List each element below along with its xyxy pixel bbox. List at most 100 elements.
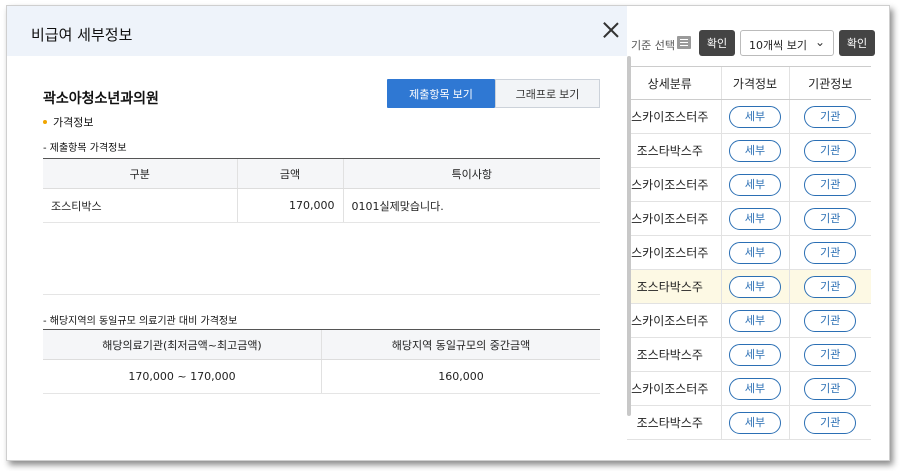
org-button[interactable]: 기관 [804,173,857,196]
table-row: 170,000 ~ 170,000 160,000 [43,359,600,394]
cell-detail-class: 스카이조스터주 [619,371,721,406]
column-header-amount: 금액 [236,158,343,189]
org-info-cell: 기관 [788,337,871,372]
table-row: 스카이조스터주 세부 기관 [619,235,871,270]
column-header-category: 구분 [43,158,237,189]
cell-amount: 170,000 [236,188,343,223]
table-row: 스카이조스터주 세부 기관 [619,167,871,202]
regional-price-table: 해당의료기관(최저금액~최고금액) 해당지역 동일규모의 중간금액 170,00… [43,329,600,394]
table-row: 스카이조스터주 세부 기관 [619,99,871,134]
org-button[interactable]: 기관 [804,139,857,162]
detail-button[interactable]: 세부 [729,139,781,162]
column-header-price-info: 가격정보 [720,66,789,100]
org-info-cell: 기관 [788,201,871,236]
cell-note: 0101실제맞습니다. [342,188,600,223]
chevron-down-icon: ⌄ [814,35,825,49]
org-button[interactable]: 기관 [804,207,857,230]
price-info-cell: 세부 [720,201,789,236]
background-list-panel: 기준 선택 확인 10개씩 보기 ⌄ 확인 상세분류 가격정보 기관정보 스카이… [619,6,889,460]
section-heading-price: 가격정보 [43,114,93,130]
cell-detail-class: 조스타박스주 [619,337,721,372]
cell-detail-class: 스카이조스터주 [619,303,721,338]
cell-range: 170,000 ~ 170,000 [43,359,322,394]
org-info-cell: 기관 [788,405,871,440]
cell-detail-class: 스카이조스터주 [619,99,721,134]
table-row: 스카이조스터주 세부 기관 [619,201,871,236]
price-info-cell: 세부 [720,337,789,372]
price-info-cell: 세부 [720,269,789,304]
detail-button[interactable]: 세부 [729,241,781,264]
column-header-detail-class: 상세분류 [619,66,721,100]
window-frame: 기준 선택 확인 10개씩 보기 ⌄ 확인 상세분류 가격정보 기관정보 스카이… [6,5,890,461]
org-button[interactable]: 기관 [804,377,857,400]
org-button[interactable]: 기관 [804,309,857,332]
detail-button[interactable]: 세부 [729,309,781,332]
table-row: 스카이조스터주 세부 기관 [619,303,871,338]
page-size-confirm-button[interactable]: 확인 [839,30,875,56]
filter-label: 기준 선택 [631,39,675,52]
org-name: 곽소아청소년과의원 [43,91,159,107]
view-items-button[interactable]: 제출항목 보기 [387,79,495,108]
org-info-cell: 기관 [788,371,871,406]
page-size-select[interactable]: 10개씩 보기 ⌄ [740,30,834,56]
price-info-cell: 세부 [720,405,789,440]
detail-button[interactable]: 세부 [729,377,781,400]
table-row: 조스타박스주 세부 기관 [619,405,871,440]
price-info-cell: 세부 [720,167,789,202]
filter-confirm-button[interactable]: 확인 [699,30,735,56]
regional-price-label: - 해당지역의 동일규모 의료기관 대비 가격정보 [43,316,238,327]
org-button[interactable]: 기관 [804,411,857,434]
modal-scrollbar[interactable] [627,56,631,416]
results-table: 상세분류 가격정보 기관정보 스카이조스터주 세부 기관 조스타박스주 세부 기관 스카이조… [619,66,871,440]
table-row: 조스티박스 170,000 0101실제맞습니다. [43,188,600,223]
cell-detail-class: 조스타박스주 [619,405,721,440]
org-info-cell: 기관 [788,133,871,168]
table-row: 조스타박스주 세부 기관 [619,133,871,168]
results-table-header: 상세분류 가격정보 기관정보 [619,66,871,100]
bullet-icon [43,119,47,124]
detail-button[interactable]: 세부 [729,173,781,196]
column-header-org-info: 기관정보 [788,66,871,100]
submitted-price-label: - 제출항목 가격정보 [43,143,127,154]
price-info-cell: 세부 [720,303,789,338]
detail-button[interactable]: 세부 [729,411,781,434]
org-info-cell: 기관 [788,235,871,270]
org-info-cell: 기관 [788,99,871,134]
list-toolbar: 기준 선택 확인 10개씩 보기 ⌄ 확인 [619,28,889,58]
detail-button[interactable]: 세부 [729,343,781,366]
price-info-cell: 세부 [720,235,789,270]
list-icon[interactable] [677,36,691,49]
page-size-value: 10개씩 보기 [749,39,807,52]
table-row: 조스타박스주 세부 기관 [619,337,871,372]
price-info-cell: 세부 [720,371,789,406]
table-row: 스카이조스터주 세부 기관 [619,371,871,406]
column-header-note: 특이사항 [342,158,600,189]
org-info-cell: 기관 [788,167,871,202]
detail-button[interactable]: 세부 [729,207,781,230]
column-header-median: 해당지역 동일규모의 중간금액 [321,329,600,360]
price-info-cell: 세부 [720,99,789,134]
org-info-cell: 기관 [788,303,871,338]
cell-detail-class: 조스타박스주 [619,269,721,304]
view-graph-button[interactable]: 그래프로 보기 [495,79,600,108]
cell-median: 160,000 [321,359,600,394]
org-button[interactable]: 기관 [804,343,857,366]
modal-title: 비급여 세부정보 [31,26,133,44]
org-button[interactable]: 기관 [804,105,857,128]
table-row: 조스타박스주 세부 기관 [619,269,871,304]
org-button[interactable]: 기관 [804,275,857,298]
divider [43,294,600,295]
column-header-range: 해당의료기관(최저금액~최고금액) [43,329,322,360]
cell-detail-class: 스카이조스터주 [619,235,721,270]
org-button[interactable]: 기관 [804,241,857,264]
org-info-cell: 기관 [788,269,871,304]
detail-modal: 비급여 세부정보 곽소아청소년과의원 제출항목 보기 그래프로 보기 가격정보 … [7,6,627,460]
section-heading-price-text: 가격정보 [53,116,94,129]
cell-category: 조스티박스 [43,188,237,223]
cell-detail-class: 스카이조스터주 [619,167,721,202]
close-icon[interactable] [601,20,621,40]
submitted-price-table: 구분 금액 특이사항 조스티박스 170,000 0101실제맞습니다. [43,158,600,223]
price-info-cell: 세부 [720,133,789,168]
detail-button[interactable]: 세부 [729,275,781,298]
detail-button[interactable]: 세부 [729,105,781,128]
